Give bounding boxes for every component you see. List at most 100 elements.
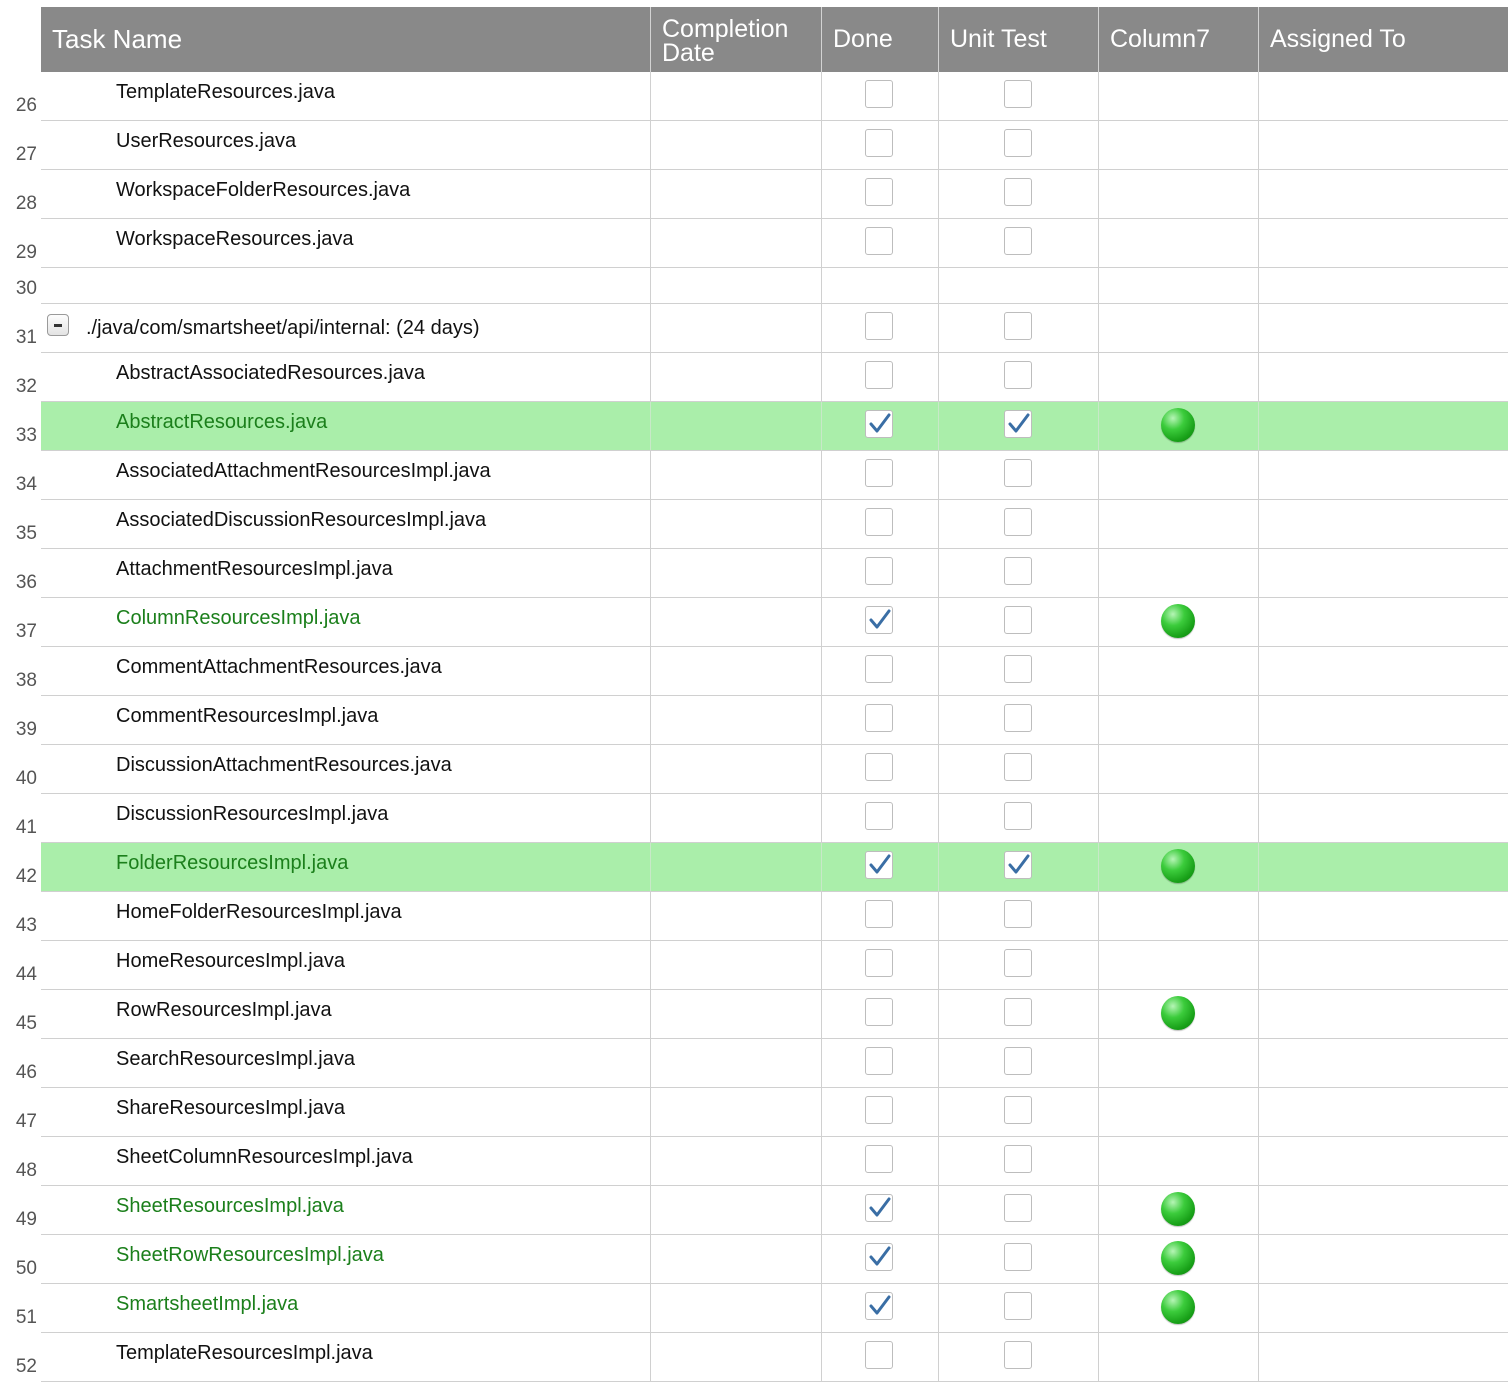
cell-done[interactable] — [822, 1235, 939, 1283]
cell-done[interactable] — [822, 647, 939, 695]
cell-column7[interactable] — [1099, 598, 1259, 646]
done-checkbox[interactable] — [865, 508, 893, 536]
cell-task-name[interactable]: SheetResourcesImpl.java — [41, 1186, 651, 1234]
row-number[interactable]: 52 — [0, 1333, 41, 1382]
row-number[interactable]: 48 — [0, 1137, 41, 1186]
cell-completion-date[interactable] — [651, 892, 822, 940]
cell-task-name[interactable]: TemplateResourcesImpl.java — [41, 1333, 651, 1381]
row-number[interactable]: 28 — [0, 170, 41, 219]
cell-completion-date[interactable] — [651, 451, 822, 499]
cell-assigned-to[interactable] — [1259, 268, 1508, 303]
cell-completion-date[interactable] — [651, 353, 822, 401]
cell-completion-date[interactable] — [651, 990, 822, 1038]
unit-test-checkbox[interactable] — [1003, 1145, 1032, 1173]
cell-task-name[interactable]: AbstractAssociatedResources.java — [41, 353, 651, 401]
cell-task-name[interactable]: DiscussionAttachmentResources.java — [41, 745, 651, 793]
cell-unit-test[interactable] — [939, 598, 1099, 646]
cell-unit-test[interactable] — [939, 990, 1099, 1038]
cell-assigned-to[interactable] — [1259, 1284, 1508, 1332]
cell-completion-date[interactable] — [651, 1186, 822, 1234]
cell-column7[interactable] — [1099, 353, 1259, 401]
cell-completion-date[interactable] — [651, 1137, 822, 1185]
table-row[interactable]: 34 AssociatedAttachmentResourcesImpl.java — [0, 451, 1508, 500]
cell-unit-test[interactable] — [939, 1186, 1099, 1234]
row-number[interactable]: 51 — [0, 1284, 41, 1333]
row-number[interactable]: 44 — [0, 941, 41, 990]
cell-task-name[interactable]: FolderResourcesImpl.java — [41, 843, 651, 891]
table-row[interactable]: 33 AbstractResources.java — [0, 402, 1508, 451]
column-header-task-name[interactable]: Task Name — [41, 7, 651, 72]
done-checkbox[interactable] — [865, 80, 893, 108]
cell-task-name[interactable]: WorkspaceFolderResources.java — [41, 170, 651, 218]
table-row[interactable]: 30 — [0, 268, 1508, 304]
done-checkbox[interactable] — [865, 227, 893, 255]
unit-test-checkbox[interactable] — [1003, 655, 1032, 683]
table-row[interactable]: 28 WorkspaceFolderResources.java — [0, 170, 1508, 219]
cell-done[interactable] — [822, 402, 939, 450]
collapse-toggle-icon[interactable] — [47, 314, 69, 336]
row-number[interactable]: 29 — [0, 219, 41, 268]
unit-test-checkbox[interactable] — [1003, 312, 1032, 340]
row-number[interactable]: 42 — [0, 843, 41, 892]
cell-done[interactable] — [822, 353, 939, 401]
table-row[interactable]: 52 TemplateResourcesImpl.java — [0, 1333, 1508, 1382]
cell-assigned-to[interactable] — [1259, 451, 1508, 499]
cell-completion-date[interactable] — [651, 843, 822, 891]
table-row[interactable]: 44 HomeResourcesImpl.java — [0, 941, 1508, 990]
table-row[interactable]: 45 RowResourcesImpl.java — [0, 990, 1508, 1039]
cell-column7[interactable] — [1099, 647, 1259, 695]
unit-test-checkbox[interactable] — [1003, 1194, 1032, 1222]
unit-test-checkbox[interactable] — [1003, 557, 1032, 585]
cell-completion-date[interactable] — [651, 696, 822, 744]
cell-unit-test[interactable] — [939, 794, 1099, 842]
row-number[interactable]: 47 — [0, 1088, 41, 1137]
cell-assigned-to[interactable] — [1259, 304, 1508, 352]
cell-done[interactable] — [822, 268, 939, 303]
unit-test-checkbox[interactable] — [1003, 459, 1032, 487]
cell-done[interactable] — [822, 549, 939, 597]
cell-column7[interactable] — [1099, 1039, 1259, 1087]
cell-done[interactable] — [822, 1088, 939, 1136]
row-number[interactable]: 36 — [0, 549, 41, 598]
done-checkbox[interactable] — [865, 851, 893, 879]
cell-done[interactable] — [822, 451, 939, 499]
cell-completion-date[interactable] — [651, 402, 822, 450]
cell-assigned-to[interactable] — [1259, 219, 1508, 267]
column-header-assigned-to[interactable]: Assigned To — [1259, 7, 1508, 72]
cell-column7[interactable] — [1099, 304, 1259, 352]
row-number[interactable]: 40 — [0, 745, 41, 794]
cell-done[interactable] — [822, 1039, 939, 1087]
green-status-ball-icon[interactable] — [1160, 1241, 1195, 1275]
done-checkbox[interactable] — [865, 1096, 893, 1124]
cell-task-name[interactable]: ShareResourcesImpl.java — [41, 1088, 651, 1136]
cell-completion-date[interactable] — [651, 1284, 822, 1332]
column-header-done[interactable]: Done — [822, 7, 939, 72]
cell-completion-date[interactable] — [651, 549, 822, 597]
row-number[interactable]: 39 — [0, 696, 41, 745]
unit-test-checkbox[interactable] — [1003, 753, 1032, 781]
green-status-ball-icon[interactable] — [1160, 849, 1195, 883]
cell-done[interactable] — [822, 1284, 939, 1332]
cell-done[interactable] — [822, 219, 939, 267]
cell-done[interactable] — [822, 1186, 939, 1234]
cell-column7[interactable] — [1099, 990, 1259, 1038]
cell-task-name[interactable]: UserResources.java — [41, 121, 651, 169]
cell-unit-test[interactable] — [939, 500, 1099, 548]
cell-task-name[interactable]: WorkspaceResources.java — [41, 219, 651, 267]
done-checkbox[interactable] — [865, 459, 893, 487]
column-header-completion-date[interactable]: Completion Date — [651, 7, 822, 72]
done-checkbox[interactable] — [865, 900, 893, 928]
cell-assigned-to[interactable] — [1259, 941, 1508, 989]
cell-task-name[interactable]: AbstractResources.java — [41, 402, 651, 450]
table-row[interactable]: 41 DiscussionResourcesImpl.java — [0, 794, 1508, 843]
cell-assigned-to[interactable] — [1259, 72, 1508, 120]
done-checkbox[interactable] — [865, 1194, 893, 1222]
done-checkbox[interactable] — [865, 1292, 893, 1320]
done-checkbox[interactable] — [865, 606, 893, 634]
cell-unit-test[interactable] — [939, 268, 1099, 303]
unit-test-checkbox[interactable] — [1003, 508, 1032, 536]
unit-test-checkbox[interactable] — [1003, 606, 1032, 634]
cell-unit-test[interactable] — [939, 1137, 1099, 1185]
row-number[interactable]: 26 — [0, 72, 41, 121]
table-row[interactable]: 42 FolderResourcesImpl.java — [0, 843, 1508, 892]
